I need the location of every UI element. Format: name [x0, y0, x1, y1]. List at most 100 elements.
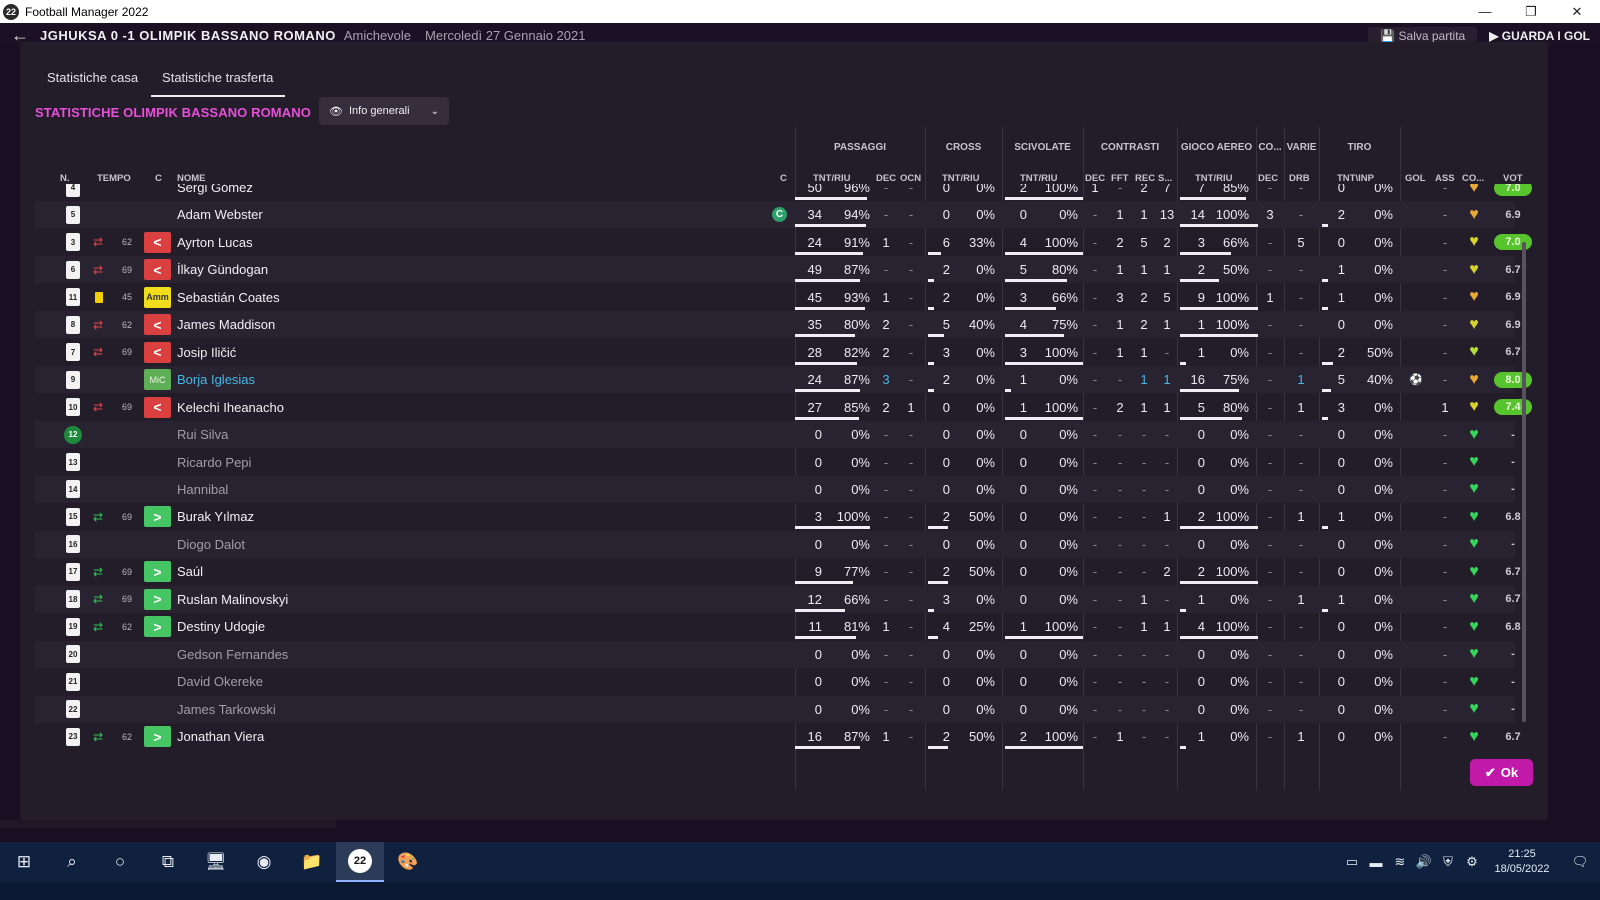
- player-name[interactable]: James Maddison: [177, 311, 737, 338]
- player-name[interactable]: Ruslan Malinovskyi: [177, 586, 737, 613]
- device-icon[interactable]: ▭: [1340, 854, 1364, 870]
- assists: -: [1442, 729, 1448, 744]
- aerial-percent: 0%: [1230, 427, 1249, 443]
- table-row[interactable]: 19 ⇄ 62 > Destiny Udogie 11 81% 1-4 25% 1 100% - -1 1…: [35, 613, 1521, 640]
- aerial-percent: 0%: [1230, 701, 1249, 717]
- sub-off-badge-cell: <: [144, 256, 171, 283]
- table-row[interactable]: 8 ⇄ 62 < James Maddison 35 80% 2-5 40% 4 75% -1 2 1 1 1…: [35, 311, 1521, 339]
- player-name[interactable]: Diogo Dalot: [177, 531, 737, 558]
- player-name[interactable]: Ricardo Pepi: [177, 449, 737, 476]
- passes-percent: 0%: [851, 536, 870, 552]
- crosses-attempts: 0: [942, 427, 950, 443]
- search-icon[interactable]: ⌕: [48, 842, 96, 882]
- table-row[interactable]: 23 ⇄ 62 > Jonathan Viera 16 87% 1-2 50% 2 100% -1- -…: [35, 723, 1521, 750]
- contest-s: 1: [1163, 399, 1171, 415]
- football-manager-taskbar-icon[interactable]: 22: [336, 842, 384, 882]
- chances-created: -: [908, 262, 914, 278]
- dribbles: -: [1298, 184, 1304, 195]
- minimize-button[interactable]: —: [1462, 0, 1508, 23]
- table-row[interactable]: 11 45 Amm Sebastián Coates 45 93% 1-2 0% 3 66% -3 2…: [35, 284, 1521, 311]
- system-clock[interactable]: 21:25 18/05/2022: [1484, 847, 1560, 877]
- rating-cell: -: [1493, 696, 1533, 723]
- player-name[interactable]: Josip Iličić: [177, 339, 737, 366]
- co-decisive: -: [1267, 427, 1273, 443]
- notifications-icon[interactable]: 🗨: [1560, 854, 1600, 870]
- sub-on-badge: >: [144, 506, 171, 528]
- table-row[interactable]: 5 Adam Webster C 34 94% - -0 0% 0 0% -1 1 13 14 100% 3-…: [35, 201, 1521, 229]
- contest-s: -: [1164, 674, 1170, 690]
- contest-decisive: -: [1092, 674, 1098, 690]
- player-name[interactable]: Kelechi Iheanacho: [177, 394, 737, 421]
- condition-heart-icon: ♥: [1469, 590, 1479, 608]
- table-row[interactable]: 4 Sergi Gómez 50 96% - -0 0% 2 100% 1-2 7 7 85% - -0 0%…: [35, 184, 1532, 201]
- wifi-icon[interactable]: ≋: [1388, 854, 1412, 870]
- table-row[interactable]: 6 ⇄ 69 < İlkay Gündogan 49 87% - -2 0% 5 80% -1 1 1 2 50…: [35, 256, 1521, 284]
- assists: 1: [1441, 399, 1449, 415]
- tackles-percent: 0%: [1059, 427, 1078, 443]
- close-button[interactable]: ✕: [1554, 0, 1600, 23]
- table-row[interactable]: 13 Ricardo Pepi 0 0% - -0 0% 0 0% - - - -0 0% - -0 0% - ♥ -: [35, 449, 1515, 476]
- watch-goals-button[interactable]: ▶ GUARDA I GOL: [1489, 29, 1590, 43]
- chrome-icon[interactable]: ◉: [240, 842, 288, 882]
- security-icon[interactable]: ⛨: [1436, 854, 1460, 870]
- table-row[interactable]: 7 ⇄ 69 < Josip Iličić 28 82% 2-3 0% 3 100% -1 1-1 0% -…: [35, 339, 1521, 366]
- player-name[interactable]: Hannibal: [177, 476, 737, 503]
- tackles-success-bar: [1005, 416, 1083, 420]
- battery-icon[interactable]: ▬: [1364, 855, 1388, 870]
- rating-cell: 6.9: [1493, 311, 1533, 338]
- task-view-icon[interactable]: ⧉: [144, 842, 192, 882]
- contest-s: -: [1164, 536, 1170, 552]
- player-name[interactable]: Adam Webster: [177, 201, 737, 228]
- tab-away-stats[interactable]: Statistiche trasferta: [151, 62, 286, 97]
- windows-start-icon[interactable]: ⊞: [0, 842, 48, 882]
- player-name[interactable]: Sebastián Coates: [177, 284, 737, 311]
- table-row[interactable]: 21 David Okereke 0 0% - -0 0% 0 0% - - - -0 0% - -0 0% - ♥…: [35, 668, 1515, 695]
- tackles-attempts: 0: [1019, 674, 1027, 690]
- player-name[interactable]: Sergi Gómez: [177, 184, 737, 201]
- player-name[interactable]: Borja Iglesias: [177, 366, 737, 393]
- tackles-attempts: 0: [1019, 481, 1027, 497]
- ok-button[interactable]: ✔ Ok: [1470, 759, 1533, 786]
- condition-heart-icon: ♥: [1469, 233, 1479, 251]
- table-row[interactable]: 22 James Tarkowski 0 0% - -0 0% 0 0% - - - -0 0% - -0 0%…: [35, 695, 1515, 723]
- table-row[interactable]: 20 Gedson Fernandes 0 0% - -0 0% 0 0% - - - -0 0% - -0 0…: [35, 640, 1515, 668]
- player-name[interactable]: Gedson Fernandes: [177, 641, 737, 668]
- player-name[interactable]: Ayrton Lucas: [177, 229, 737, 256]
- shirt-number-badge: 6: [66, 260, 80, 279]
- player-name[interactable]: David Okereke: [177, 668, 737, 695]
- table-row[interactable]: 15 ⇄ 69 > Burak Yılmaz 3 100% - -2 50% 0 0% - - -1 2 100…: [35, 503, 1521, 530]
- table-row[interactable]: 12 Rui Silva 0 0% - -0 0% 0 0% - - - -0 0% - -0 0% - ♥ -: [35, 421, 1515, 449]
- tab-home-stats[interactable]: Statistiche casa: [47, 62, 138, 97]
- remote-desktop-icon[interactable]: 🖥: [192, 842, 240, 882]
- paint-icon[interactable]: 🎨: [384, 842, 432, 882]
- player-name[interactable]: Destiny Udogie: [177, 613, 737, 640]
- player-name[interactable]: İlkay Gündogan: [177, 256, 737, 283]
- table-row[interactable]: 10 ⇄ 69 < Kelechi Iheanacho 27 85% 2 1 0 0% 1 100% -2…: [35, 394, 1532, 421]
- window-title-bar: 22 Football Manager 2022 — ❐ ✕: [0, 0, 1600, 23]
- table-row[interactable]: 16 Diogo Dalot 0 0% - -0 0% 0 0% - - - -0 0% - -0 0% - ♥ -: [35, 530, 1515, 558]
- player-name[interactable]: Burak Yılmaz: [177, 503, 737, 530]
- view-selector-dropdown[interactable]: 👁 Info generali ⌄: [319, 97, 449, 125]
- file-explorer-icon[interactable]: 📁: [288, 842, 336, 882]
- player-name[interactable]: Saúl: [177, 558, 737, 585]
- chances-created: -: [908, 289, 914, 305]
- player-name[interactable]: Rui Silva: [177, 421, 737, 448]
- assists: -: [1442, 619, 1448, 635]
- player-name[interactable]: James Tarkowski: [177, 696, 737, 723]
- aerial-attempts: 0: [1197, 536, 1205, 552]
- player-name[interactable]: Jonathan Viera: [177, 723, 737, 750]
- aerial-attempts: 0: [1197, 646, 1205, 662]
- maximize-button[interactable]: ❐: [1508, 0, 1554, 23]
- aerial-attempts: 0: [1197, 427, 1205, 443]
- steam-icon[interactable]: ⚙: [1460, 854, 1484, 870]
- condition-heart-icon: ♥: [1469, 507, 1479, 525]
- table-scrollbar[interactable]: [1522, 242, 1526, 722]
- table-row[interactable]: 14 Hannibal 0 0% - -0 0% 0 0% - - - -0 0% - -0 0% - ♥ -: [35, 475, 1515, 503]
- decisive-passes: -: [883, 509, 889, 525]
- table-row[interactable]: 9 MiC Borja Iglesias 24 87% 3-2 0% 1 0% - -1 1 16 75%…: [35, 366, 1532, 394]
- table-row[interactable]: 3 ⇄ 62 < Ayrton Lucas 24 91% 1-6 33% 4 100% -2 5 2 3 66…: [35, 229, 1532, 256]
- table-row[interactable]: 18 ⇄ 69 > Ruslan Malinovskyi 12 66% - -3 0% 0 0% - -1…: [35, 585, 1521, 613]
- volume-icon[interactable]: 🔊: [1412, 854, 1436, 870]
- cortana-icon[interactable]: ○: [96, 842, 144, 882]
- table-row[interactable]: 17 ⇄ 69 > Saúl 9 77% - -2 50% 0 0% - - -2 2 100% - -0 0% - ♥ 6…: [35, 558, 1521, 585]
